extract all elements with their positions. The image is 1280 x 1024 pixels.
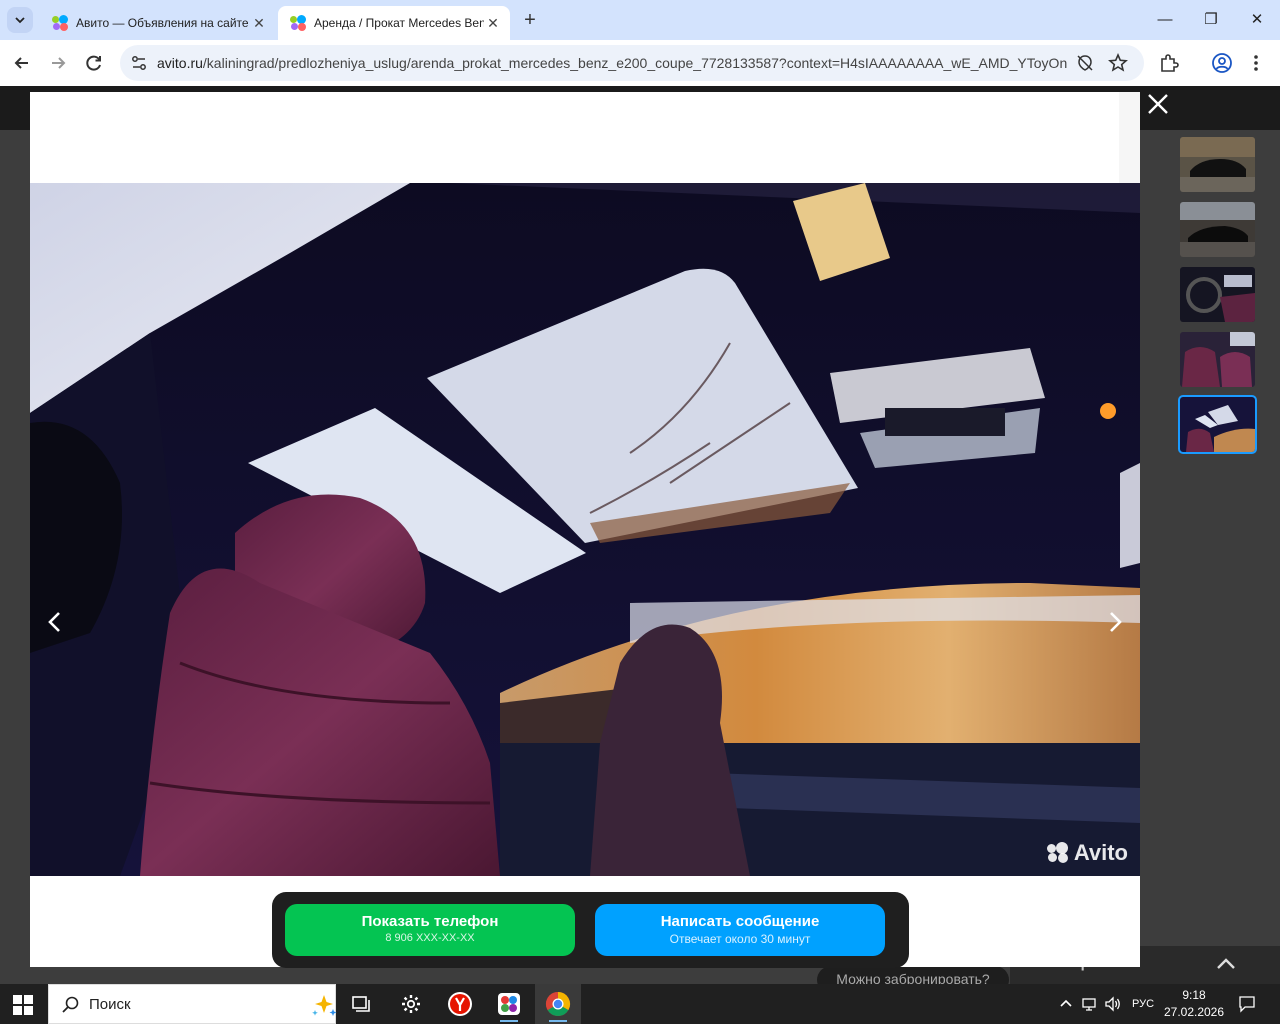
close-tab-icon[interactable]: ✕	[484, 15, 502, 32]
tab-listing[interactable]: Аренда / Прокат Mercedes Benz E200 ✕	[278, 6, 510, 40]
extensions-icon[interactable]	[1157, 51, 1181, 75]
show-phone-label: Показать телефон	[361, 913, 499, 930]
phone-masked: 8 906 XXX-XX-XX	[385, 932, 475, 944]
settings-app[interactable]	[388, 984, 434, 1024]
chevron-up-icon[interactable]	[1212, 950, 1240, 978]
minimize-button[interactable]: —	[1150, 8, 1180, 32]
clock[interactable]: 9:18 27.02.2026	[1160, 987, 1228, 1021]
clock-date: 27.02.2026	[1163, 1005, 1225, 1019]
url-host: avito.ru	[157, 55, 203, 71]
contact-action-bar: Показать телефон 8 906 XXX-XX-XX Написат…	[272, 892, 909, 968]
write-message-label: Написать сообщение	[660, 913, 820, 930]
running-indicator	[500, 1020, 518, 1022]
gear-icon	[402, 995, 420, 1013]
url-text: avito.ru/kaliningrad/predlozheniya_uslug…	[157, 55, 1067, 71]
windows-start-icon[interactable]	[12, 994, 34, 1016]
arrow-left-icon	[14, 57, 28, 69]
previous-photo-arrow[interactable]	[40, 607, 70, 637]
main-photo: Avito	[30, 183, 1140, 876]
avito-favicon-icon	[290, 15, 306, 31]
chrome-icon	[545, 992, 571, 1017]
tab-title: Авито — Объявления на сайте	[76, 16, 249, 30]
chevron-down-icon	[15, 17, 25, 24]
chevron-up-icon	[1060, 999, 1072, 1007]
copilot-sparkle-icon[interactable]	[311, 993, 337, 1017]
response-time: Отвечает около 30 минут	[669, 932, 811, 946]
thumbnail-1[interactable]	[1180, 137, 1255, 192]
task-view-button[interactable]	[338, 984, 384, 1024]
running-indicator	[549, 1020, 567, 1022]
taskbar-search[interactable]: Поиск	[48, 984, 337, 1024]
watermark-text: Avito	[1073, 840, 1128, 865]
close-tab-icon[interactable]: ✕	[250, 15, 268, 32]
chrome-app[interactable]	[535, 984, 581, 1024]
search-placeholder: Поиск	[89, 996, 131, 1013]
yandex-browser-icon	[448, 992, 472, 1016]
bookmark-star-icon[interactable]	[1107, 52, 1129, 74]
tray-overflow-button[interactable]	[1056, 984, 1076, 1024]
modal-scrollbar[interactable]	[1119, 92, 1140, 183]
url-path: /kaliningrad/predlozheniya_uslug/arenda_…	[202, 55, 1067, 71]
tab-strip: Авито — Объявления на сайте ✕ Аренда / П…	[0, 0, 1280, 40]
arrow-right-icon	[52, 57, 66, 69]
restore-button[interactable]: ❐	[1196, 8, 1226, 32]
photos-app[interactable]	[486, 984, 532, 1024]
thumbnail-2[interactable]	[1180, 202, 1255, 257]
app-grid-icon	[498, 993, 520, 1015]
notification-icon	[1239, 996, 1255, 1013]
new-tab-button[interactable]: +	[518, 8, 542, 32]
avito-watermark: Avito	[1046, 840, 1128, 866]
back-button[interactable]	[9, 50, 35, 76]
windows-taskbar: Поиск РУС 9:18 27.02.2026	[0, 984, 1280, 1024]
address-bar[interactable]: avito.ru/kaliningrad/predlozheniya_uslug…	[120, 45, 1144, 81]
avito-logo-icon	[1046, 842, 1071, 864]
car-interior-photo	[30, 183, 1140, 876]
tab-avito-home[interactable]: Авито — Объявления на сайте ✕	[40, 6, 276, 40]
reload-button[interactable]	[81, 50, 107, 76]
reload-icon	[86, 55, 101, 71]
thumbnail-4[interactable]	[1180, 332, 1255, 387]
next-photo-arrow[interactable]	[1100, 607, 1130, 637]
close-gallery-icon[interactable]	[1146, 92, 1170, 116]
volume-tray[interactable]	[1103, 984, 1123, 1024]
photo-gallery-modal: Avito	[30, 92, 1140, 967]
forward-button[interactable]	[45, 50, 71, 76]
tracking-protection-icon[interactable]	[1074, 52, 1096, 74]
profile-icon[interactable]	[1210, 51, 1234, 75]
notifications-button[interactable]	[1234, 984, 1260, 1024]
close-window-button[interactable]: ✕	[1242, 8, 1272, 32]
site-settings-icon[interactable]	[129, 53, 149, 73]
task-view-icon	[352, 996, 370, 1012]
avito-favicon-icon	[52, 15, 68, 31]
menu-kebab-icon[interactable]	[1244, 51, 1268, 75]
thumbnail-5-selected[interactable]	[1178, 395, 1257, 454]
network-tray[interactable]	[1080, 984, 1100, 1024]
yandex-browser-app[interactable]	[437, 984, 483, 1024]
show-phone-button[interactable]: Показать телефон 8 906 XXX-XX-XX	[285, 904, 575, 956]
speaker-icon	[1105, 996, 1120, 1012]
thumbnail-3[interactable]	[1180, 267, 1255, 322]
tab-search-button[interactable]	[7, 7, 33, 33]
clock-time: 9:18	[1182, 988, 1206, 1002]
language-indicator[interactable]: РУС	[1128, 984, 1158, 1024]
browser-toolbar: avito.ru/kaliningrad/predlozheniya_uslug…	[0, 40, 1280, 86]
write-message-button[interactable]: Написать сообщение Отвечает около 30 мин…	[595, 904, 885, 956]
network-icon	[1082, 998, 1096, 1011]
search-icon	[62, 996, 79, 1013]
tab-title: Аренда / Прокат Mercedes Benz E200	[314, 16, 484, 30]
